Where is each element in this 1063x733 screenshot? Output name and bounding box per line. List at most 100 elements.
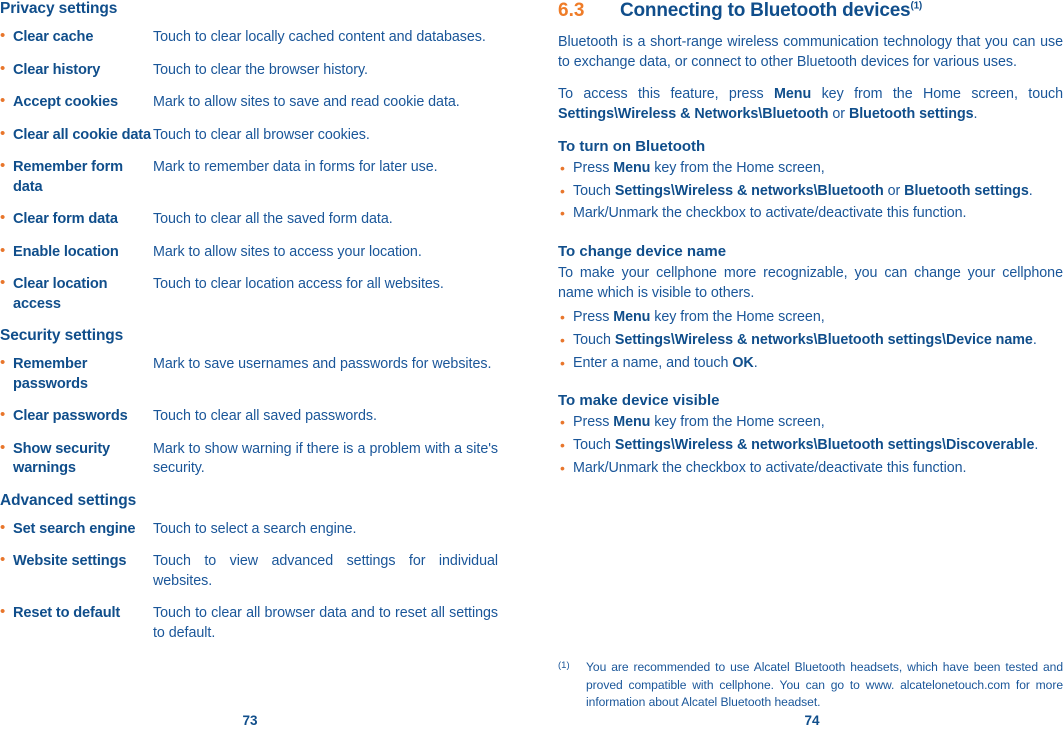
access-part3: or <box>828 106 849 123</box>
procedure-step: Touch Settings\Wireless & networks\Bluet… <box>558 182 1063 202</box>
intro-paragraph: Bluetooth is a short-range wireless comm… <box>558 34 1063 70</box>
step-text-part1: Enter a name, and touch <box>573 354 733 371</box>
definition-term: Set search engine <box>13 520 136 537</box>
definition-term: Clear form data <box>13 211 118 227</box>
footnote: (1) You are recommended to use Alcatel B… <box>558 659 1063 712</box>
definition-term: Accept cookies <box>13 94 118 110</box>
procedure-heading-change-device-name: To change device name <box>558 242 727 260</box>
right-page-column: 6.3 Connecting to Bluetooth devices(1) B… <box>558 0 1063 733</box>
access-bold-path: Settings\Wireless & Networks\Bluetooth <box>558 106 829 123</box>
definition-description: Mark to remember data in forms for later… <box>153 159 438 175</box>
access-bold-settings: Bluetooth settings <box>848 106 974 123</box>
procedure-step: Press Menu key from the Home screen, <box>558 308 1063 328</box>
step-text-part2: . <box>1034 437 1039 454</box>
access-bold-menu: Menu <box>774 86 812 103</box>
bullet-icon <box>0 445 5 450</box>
bullet-icon <box>0 248 5 253</box>
definition-row: Clear all cookie data Touch to clear all… <box>0 126 510 146</box>
definition-row: Accept cookies Mark to allow sites to sa… <box>0 93 510 113</box>
definition-description: Touch to clear all browser cookies. <box>153 126 370 143</box>
step-text-part1: Press <box>573 309 614 326</box>
bullet-icon <box>0 163 5 168</box>
footnote-text: You are recommended to use Alcatel Bluet… <box>586 660 1063 709</box>
bullet-icon <box>0 98 5 103</box>
step-text-part1: Touch <box>573 437 615 454</box>
procedure-heading-make-device-visible: To make device visible <box>558 392 720 410</box>
procedure-step: Press Menu key from the Home screen, <box>558 159 1063 179</box>
definition-description: Touch to clear all browser data and to r… <box>153 605 498 641</box>
definition-row: Reset to default Touch to clear all brow… <box>0 604 510 643</box>
definition-term: Remember passwords <box>13 356 88 392</box>
step-bold-ok: OK <box>732 354 754 371</box>
definition-row: Clear history Touch to clear the browser… <box>0 61 510 81</box>
definition-term: Clear location access <box>13 276 108 312</box>
section-heading-security-settings: Security settings <box>0 327 124 344</box>
section-number: 6.3 <box>558 0 585 21</box>
step-text-part1: Press <box>573 159 614 176</box>
bullet-icon <box>0 215 5 220</box>
definition-description: Mark to show warning if there is a probl… <box>153 440 498 477</box>
access-part4: . <box>973 106 978 123</box>
step-text-part2: . <box>753 354 758 371</box>
procedure-intro-change-device-name: To make your cellphone more recognizable… <box>558 264 1063 301</box>
definition-description: Touch to select a search engine. <box>153 520 357 537</box>
step-bold-menu: Menu <box>613 309 651 326</box>
definition-description: Touch to clear all saved passwords. <box>153 408 377 424</box>
definition-description: Mark to allow sites to access your locat… <box>153 243 422 260</box>
bullet-icon <box>0 33 5 38</box>
step-text-part2: key from the Home screen, <box>650 159 825 176</box>
definition-description: Mark to save usernames and passwords for… <box>153 356 492 372</box>
definition-row: Enable location Mark to allow sites to a… <box>0 243 510 263</box>
procedure-step: Enter a name, and touch OK. <box>558 354 1063 374</box>
bullet-icon <box>0 557 5 562</box>
definition-term: Enable location <box>13 243 119 260</box>
step-text-part1: Touch <box>573 332 615 349</box>
definition-description: Touch to clear all the saved form data. <box>153 211 393 227</box>
step-bold-path: Settings\Wireless & networks\Bluetooth s… <box>614 332 1033 349</box>
step-text-part2: or <box>883 182 905 199</box>
section-title-text: Connecting to Bluetooth devices <box>620 0 911 21</box>
step-text-part3: . <box>1028 182 1033 199</box>
section-heading-advanced-settings: Advanced settings <box>0 491 137 509</box>
bullet-icon <box>0 131 5 136</box>
definition-row: Clear location access Touch to clear loc… <box>0 275 510 314</box>
section-heading-privacy-settings: Privacy settings <box>0 0 118 17</box>
bullet-icon <box>0 280 5 285</box>
footnote-marker-number: (1) <box>558 660 570 671</box>
procedure-step: Touch Settings\Wireless & networks\Bluet… <box>558 436 1063 456</box>
procedure-heading-turn-on-bluetooth: To turn on Bluetooth <box>558 137 706 155</box>
step-text-part2: key from the Home screen, <box>650 414 825 431</box>
definition-row: Clear passwords Touch to clear all saved… <box>0 407 510 427</box>
bullet-icon <box>0 525 5 530</box>
bullet-icon <box>0 360 5 365</box>
left-page-column: Privacy settings Clear cache Touch to cl… <box>0 0 510 733</box>
procedure-step: Mark/Unmark the checkbox to activate/dea… <box>558 459 1063 479</box>
step-bold-path: Settings\Wireless & networks\Bluetooth s… <box>614 437 1035 454</box>
step-text-part1: Touch <box>573 182 615 199</box>
footnote-marker: (1) <box>910 0 923 12</box>
definition-row: Show security warnings Mark to show warn… <box>0 440 510 479</box>
definition-row: Set search engine Touch to select a sear… <box>0 520 510 540</box>
access-part2: key from the Home screen, touch <box>811 86 1063 103</box>
definition-term: Clear cache <box>13 29 94 45</box>
definition-row: Clear cache Touch to clear locally cache… <box>0 28 510 48</box>
bullet-icon <box>0 609 5 614</box>
definition-term: Clear history <box>13 61 101 78</box>
page-number-right: 74 <box>804 713 820 728</box>
definition-term: Website settings <box>13 553 127 569</box>
definition-description: Touch to clear the browser history. <box>153 61 368 78</box>
procedure-step: Mark/Unmark the checkbox to activate/dea… <box>558 204 1063 224</box>
step-text-part2: . <box>1032 332 1037 349</box>
page-title: 6.3 Connecting to Bluetooth devices(1) <box>558 0 1063 22</box>
definition-term: Remember form data <box>13 159 123 195</box>
definition-row: Remember passwords Mark to save username… <box>0 355 510 394</box>
definition-row: Website settings Touch to view advanced … <box>0 552 510 591</box>
step-bold-menu: Menu <box>613 414 651 431</box>
definition-row: Remember form data Mark to remember data… <box>0 158 510 197</box>
definition-description: Touch to clear locally cached content an… <box>153 29 486 45</box>
step-bold-path: Settings\Wireless & networks\Bluetooth <box>614 182 884 199</box>
manual-page-spread: Privacy settings Clear cache Touch to cl… <box>0 0 1063 733</box>
procedure-step: Touch Settings\Wireless & networks\Bluet… <box>558 331 1063 351</box>
